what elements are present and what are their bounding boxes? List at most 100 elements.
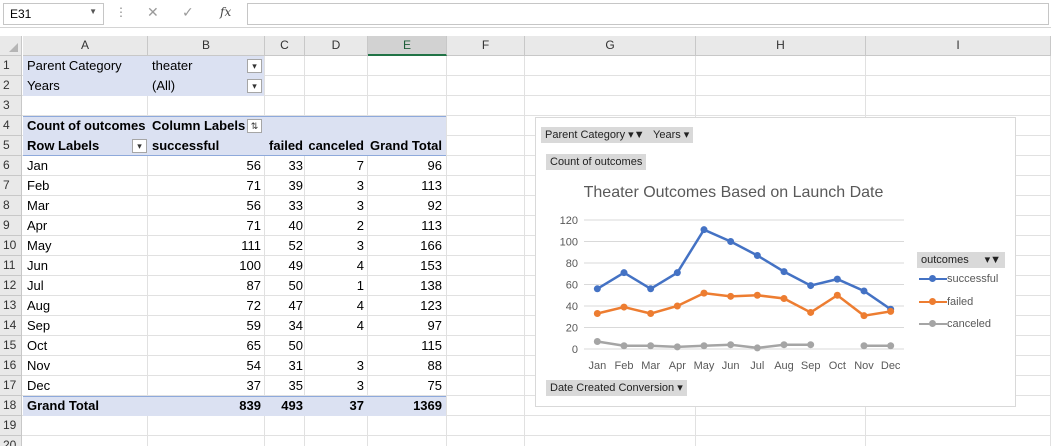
value-cell-canceled: 2 [356,218,364,233]
data-point-failed [700,289,708,297]
row-header-8[interactable]: 8 [0,196,22,216]
select-all-button[interactable] [0,36,22,56]
data-point-successful [860,287,868,295]
row-header-20[interactable]: 20 [0,436,22,446]
chart-axis-field-date[interactable]: Date Created Conversion ▾ [546,380,687,396]
row-label-cell: Jul [27,278,44,293]
row-label-cell: May [27,238,52,253]
value-cell-failed: 33 [288,198,303,213]
row-header-14[interactable]: 14 [0,316,22,336]
data-point-canceled [593,337,601,345]
column-header-h[interactable]: H [696,36,866,56]
formula-input[interactable] [247,3,1049,25]
data-point-successful [700,226,708,234]
series-line-failed [597,291,891,317]
row-header-16[interactable]: 16 [0,356,22,376]
grand-total-successful: 839 [239,398,261,413]
row-header-10[interactable]: 10 [0,236,22,256]
data-point-failed [887,307,895,315]
pivot-column-labels: Column Labels [152,118,246,133]
chevron-down-icon[interactable]: ▾ [132,139,147,153]
more-icon: ⋮ [115,5,127,19]
column-header-c[interactable]: C [265,36,305,56]
grand-total-total: 1369 [413,398,442,413]
cancel-icon[interactable]: ✕ [147,4,159,21]
row-header-5[interactable]: 5 [0,136,22,156]
row-header-15[interactable]: 15 [0,336,22,356]
row-header-12[interactable]: 12 [0,276,22,296]
row-label-cell: Nov [27,358,51,373]
legend-item-successful: successful [919,272,998,286]
row-header-11[interactable]: 11 [0,256,22,276]
grand-total-failed: 493 [281,398,303,413]
value-cell-successful: 56 [246,158,261,173]
row-header-4[interactable]: 4 [0,116,22,136]
pivot-chart[interactable]: Parent Category ▾▼ Years ▾ Count of outc… [535,117,1016,407]
row-header-2[interactable]: 2 [0,76,22,96]
data-point-failed [593,310,601,318]
value-cell-failed: 39 [288,178,303,193]
row-label-cell: Aug [27,298,51,313]
value-cell-total: 97 [427,318,442,333]
y-tick-label: 20 [566,323,578,335]
row-header-13[interactable]: 13 [0,296,22,316]
value-cell-successful: 59 [246,318,261,333]
filter-active-icon[interactable]: ▾ [247,59,262,73]
value-cell-successful: 71 [246,218,261,233]
chevron-down-icon[interactable]: ▾ [247,79,262,93]
y-tick-label: 80 [566,258,578,270]
data-point-successful [673,269,681,277]
pivot-row-labels: Row Labels [27,138,100,153]
filter-label-years: Years [27,78,60,93]
row-header-19[interactable]: 19 [0,416,22,436]
column-header-g[interactable]: G [525,36,696,56]
function-icon[interactable]: fx [220,5,231,19]
enter-icon[interactable]: ✓ [182,4,194,21]
value-cell-successful: 111 [241,238,261,253]
legend-filter-outcomes[interactable]: outcomes ▾▼ [917,252,1005,268]
value-cell-successful: 65 [246,338,261,353]
data-point-failed [620,303,628,311]
y-tick-label: 120 [560,215,578,227]
row-header-9[interactable]: 9 [0,216,22,236]
sort-filter-icon[interactable]: ⇅ [247,119,262,133]
legend-label: canceled [947,318,992,330]
value-cell-canceled: 1 [356,278,364,293]
row-label-cell: Apr [27,218,48,233]
name-box[interactable]: E31 ▼ [3,3,104,25]
row-label-cell: Jun [27,258,48,273]
row-header-1[interactable]: 1 [0,56,22,76]
value-cell-canceled: 4 [356,298,364,313]
x-tick-label: Feb [615,360,634,372]
x-tick-label: Sep [801,360,821,372]
y-tick-label: 0 [572,344,578,356]
value-cell-failed: 34 [288,318,303,333]
chevron-down-icon[interactable]: ▼ [89,7,97,16]
value-cell-total: 92 [427,198,442,213]
row-header-7[interactable]: 7 [0,176,22,196]
value-cell-failed: 47 [288,298,303,313]
value-cell-canceled: 4 [356,318,364,333]
row-label-cell: Mar [27,198,50,213]
x-tick-label: Jul [750,360,764,372]
value-cell-successful: 56 [246,198,261,213]
row-header-17[interactable]: 17 [0,376,22,396]
y-tick-label: 60 [566,280,578,292]
data-point-canceled [620,342,628,350]
column-header-f[interactable]: F [447,36,525,56]
value-cell-total: 153 [420,258,442,273]
data-point-failed [860,312,868,320]
column-header-a[interactable]: A [23,36,148,56]
column-header-i[interactable]: I [866,36,1051,56]
column-header-e[interactable]: E [368,36,447,56]
row-header-18[interactable]: 18 [0,396,22,416]
row-header-6[interactable]: 6 [0,156,22,176]
data-point-successful [620,269,628,277]
value-cell-total: 75 [427,378,442,393]
column-header-d[interactable]: D [305,36,368,56]
row-header-3[interactable]: 3 [0,96,22,116]
pivot-value-label: Count of outcomes [27,118,146,133]
column-header-b[interactable]: B [148,36,265,56]
value-cell-canceled: 3 [356,178,364,193]
value-cell-total: 96 [427,158,442,173]
